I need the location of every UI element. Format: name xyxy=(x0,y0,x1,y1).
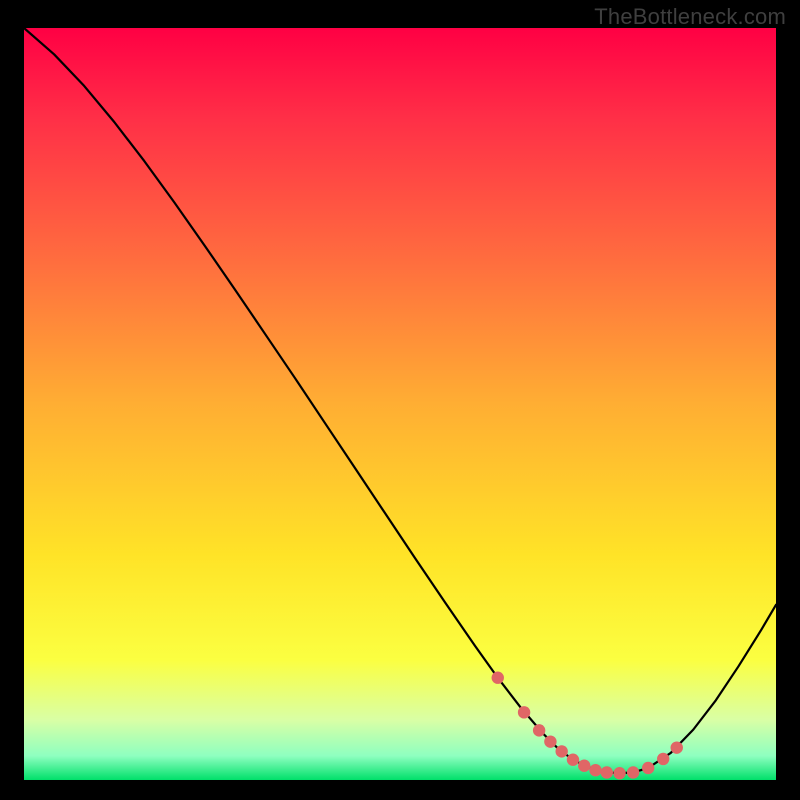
highlight-dot xyxy=(555,745,567,757)
plot-area xyxy=(24,28,776,780)
highlight-dot xyxy=(627,766,639,778)
highlight-dot xyxy=(544,735,556,747)
watermark: TheBottleneck.com xyxy=(594,4,786,30)
highlight-dot xyxy=(601,766,613,778)
chart-svg xyxy=(24,28,776,780)
highlight-dot xyxy=(533,724,545,736)
highlight-dot xyxy=(613,767,625,779)
highlight-dot xyxy=(518,706,530,718)
highlight-dot xyxy=(578,760,590,772)
highlight-dot xyxy=(589,764,601,776)
highlight-dot xyxy=(567,754,579,766)
highlight-dot xyxy=(671,741,683,753)
highlight-dot xyxy=(642,762,654,774)
gradient-background xyxy=(24,28,776,780)
chart-frame: TheBottleneck.com xyxy=(0,0,800,800)
highlight-dot xyxy=(492,672,504,684)
highlight-dot xyxy=(657,753,669,765)
